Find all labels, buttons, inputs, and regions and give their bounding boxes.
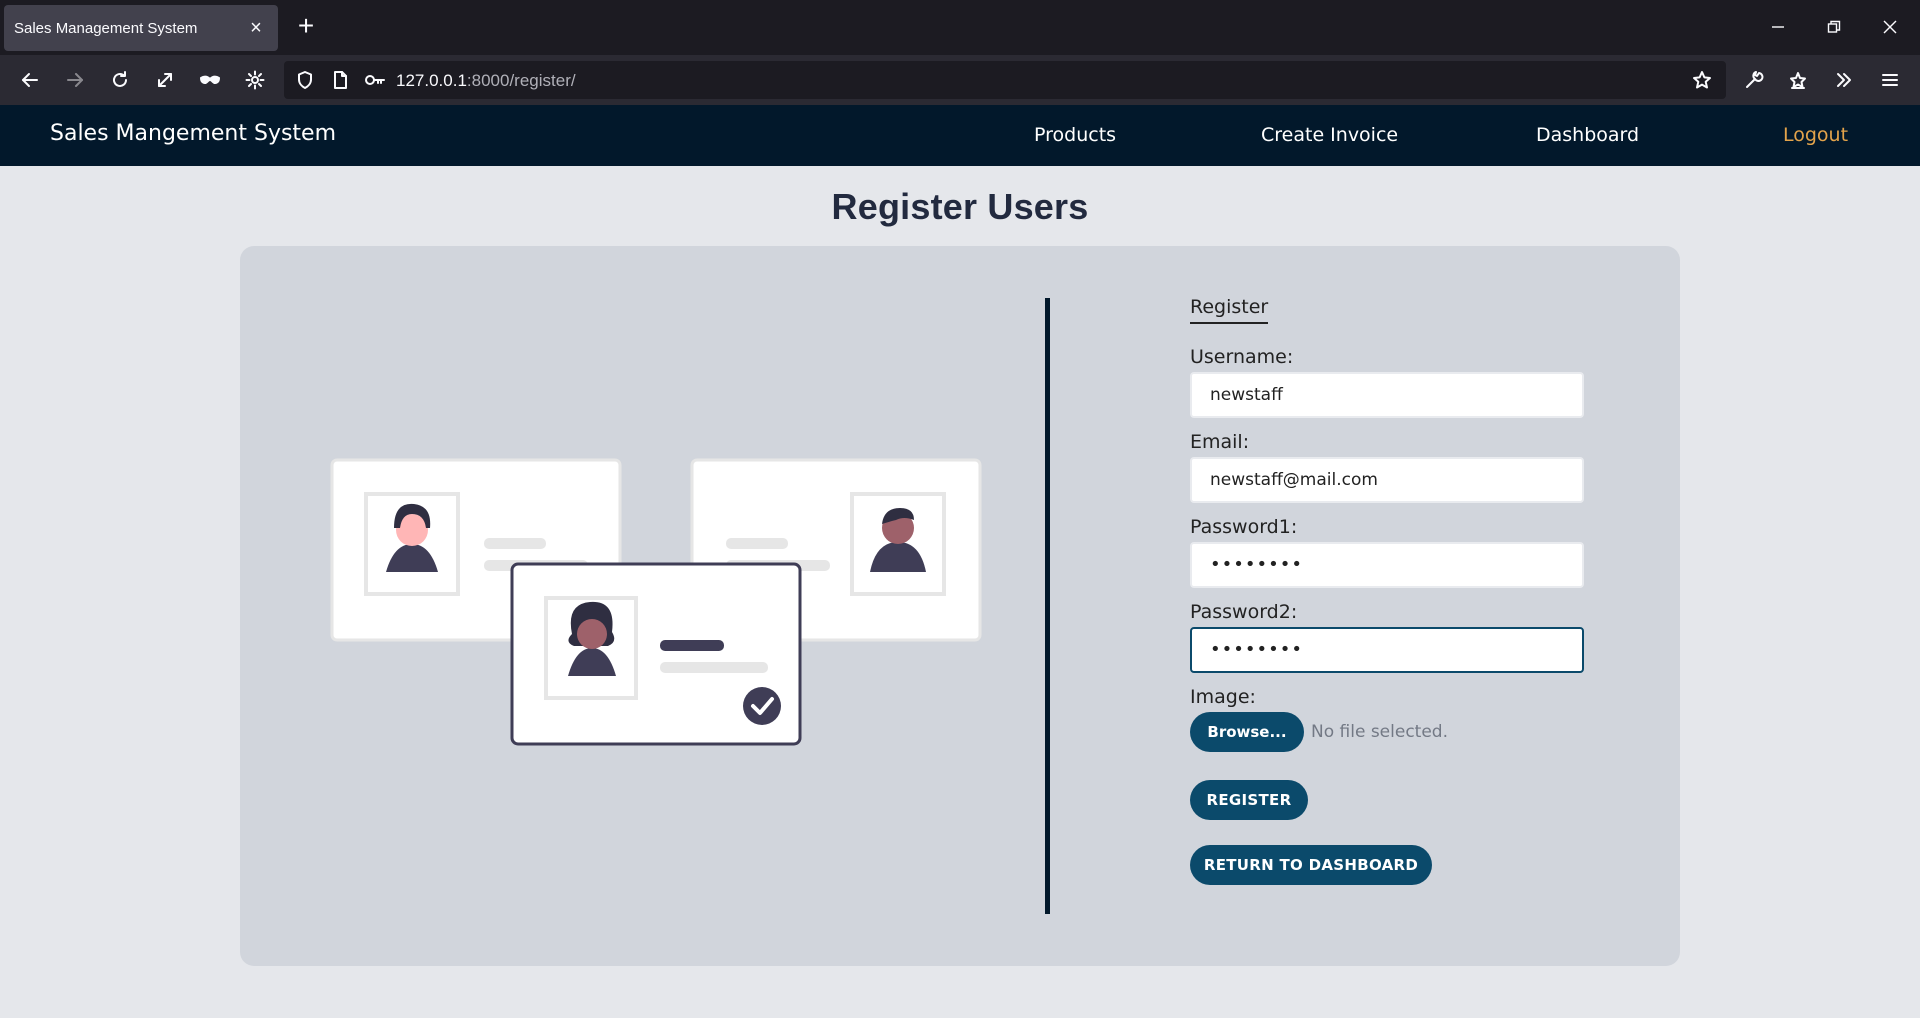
- id-cards-illustration: [330, 458, 982, 746]
- wrench-icon[interactable]: [1738, 64, 1770, 96]
- image-file-input[interactable]: Browse... No file selected.: [1190, 712, 1590, 752]
- image-label: Image:: [1190, 686, 1256, 708]
- username-label: Username:: [1190, 346, 1294, 368]
- overflow-chevrons-icon[interactable]: [1828, 64, 1860, 96]
- register-card: Register Username: newstaff Email: newst…: [240, 246, 1680, 966]
- page-icon[interactable]: [324, 64, 356, 96]
- browser-tab-bar: Sales Management System × +: [0, 0, 1920, 55]
- nav-dashboard-link[interactable]: Dashboard: [1536, 124, 1639, 146]
- password2-field[interactable]: ••••••••: [1190, 627, 1584, 673]
- url-path: :8000/register/: [466, 71, 576, 90]
- email-field[interactable]: newstaff@mail.com: [1190, 457, 1584, 503]
- shield-icon[interactable]: [289, 64, 321, 96]
- register-button[interactable]: REGISTER: [1190, 780, 1308, 820]
- browser-tab[interactable]: Sales Management System ×: [4, 5, 278, 51]
- key-icon[interactable]: [359, 64, 391, 96]
- forward-icon[interactable]: [59, 64, 91, 96]
- private-mask-icon[interactable]: [194, 64, 226, 96]
- password1-field[interactable]: ••••••••: [1190, 542, 1584, 588]
- no-file-text: No file selected.: [1311, 722, 1448, 742]
- hamburger-menu-icon[interactable]: [1874, 64, 1906, 96]
- person-avatar-front: [568, 601, 616, 676]
- tab-title: Sales Management System: [14, 19, 198, 37]
- app-navbar: Sales Mangement System Products Create I…: [0, 105, 1920, 166]
- new-tab-icon[interactable]: +: [292, 12, 320, 41]
- fullscreen-icon[interactable]: [149, 64, 181, 96]
- email-label: Email:: [1190, 431, 1250, 453]
- tab-close-icon[interactable]: ×: [244, 16, 268, 40]
- nav-create-invoice-link[interactable]: Create Invoice: [1261, 124, 1398, 146]
- browser-toolbar: 127.0.0.1:8000/register/: [0, 55, 1920, 105]
- nav-logout-link[interactable]: Logout: [1783, 124, 1848, 146]
- reload-icon[interactable]: [104, 64, 136, 96]
- return-to-dashboard-button[interactable]: RETURN TO DASHBOARD: [1190, 845, 1432, 885]
- close-window-icon[interactable]: [1870, 10, 1910, 44]
- url-text[interactable]: 127.0.0.1:8000/register/: [396, 71, 576, 91]
- url-bar[interactable]: 127.0.0.1:8000/register/: [284, 61, 1726, 99]
- password1-label: Password1:: [1190, 516, 1298, 538]
- form-legend: Register: [1190, 296, 1269, 324]
- brand-title[interactable]: Sales Mangement System: [50, 121, 336, 146]
- password2-label: Password2:: [1190, 601, 1298, 623]
- minimize-icon[interactable]: [1758, 10, 1798, 44]
- back-icon[interactable]: [14, 64, 46, 96]
- page-title: Register Users: [831, 186, 1089, 227]
- register-form: Register Username: newstaff Email: newst…: [1190, 296, 1590, 885]
- restore-icon[interactable]: [1814, 10, 1854, 44]
- username-field[interactable]: newstaff: [1190, 372, 1584, 418]
- url-host: 127.0.0.1: [396, 71, 467, 90]
- check-circle-icon: [743, 687, 781, 725]
- bookmark-star-icon[interactable]: [1686, 64, 1718, 96]
- browse-button[interactable]: Browse...: [1190, 712, 1304, 752]
- settings-gear-icon[interactable]: [239, 64, 271, 96]
- extensions-star-icon[interactable]: [1782, 64, 1814, 96]
- nav-products-link[interactable]: Products: [1034, 124, 1116, 146]
- vertical-divider: [1045, 298, 1050, 914]
